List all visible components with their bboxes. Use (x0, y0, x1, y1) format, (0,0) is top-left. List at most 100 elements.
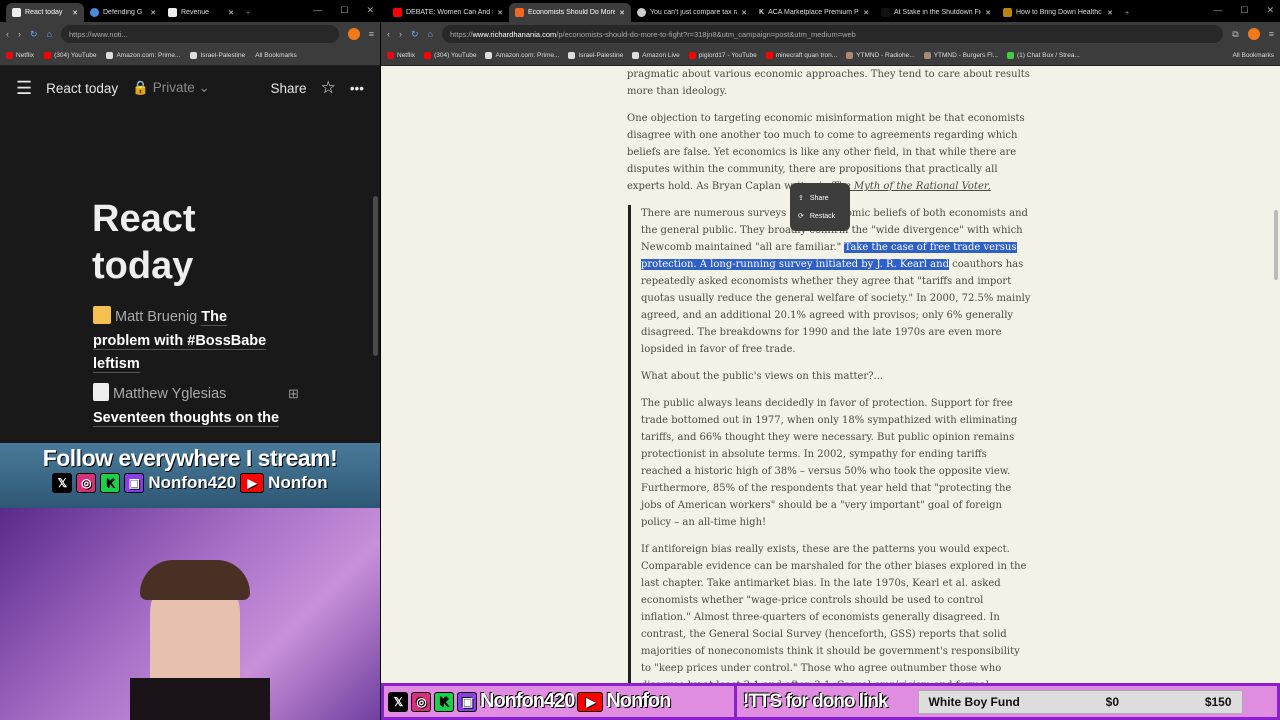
back-icon[interactable]: ‹ (6, 29, 9, 39)
list-item: Matt Bruenig The problem with #BossBabe … (93, 306, 283, 377)
k-icon: K (759, 9, 765, 16)
scrollbar[interactable] (1274, 210, 1278, 280)
back-icon[interactable]: ‹ (387, 29, 390, 39)
bookmark[interactable]: YTMND - Radiohe... (846, 52, 915, 59)
extensions-icon[interactable]: ⧉ (1232, 29, 1238, 40)
bookmark[interactable]: (304) YouTube (44, 52, 96, 59)
youtube-icon: ▶ (577, 691, 604, 712)
close-window-button[interactable]: ✕ (1266, 5, 1274, 16)
substack-icon (93, 306, 111, 324)
page-title: React today (92, 198, 196, 287)
new-tab-button[interactable]: + (246, 10, 250, 22)
bookmark[interactable]: Amazon.com: Prime... (106, 52, 180, 59)
scrollbar[interactable] (373, 196, 378, 356)
youtube-icon (393, 8, 402, 17)
address-bar[interactable]: https://www.noti... (60, 25, 339, 43)
bookmarks-bar: Netflix (304) YouTube Amazon.com: Prime.… (381, 46, 1280, 66)
close-icon[interactable]: ✕ (1107, 9, 1113, 17)
close-window-button[interactable]: ✕ (366, 5, 374, 16)
bookmark[interactable]: Amazon.com: Prime... (485, 52, 559, 59)
bookmark[interactable]: Netflix (387, 52, 415, 59)
profile-avatar[interactable] (1247, 28, 1260, 40)
minimize-button[interactable]: — (313, 5, 322, 16)
star-icon[interactable]: ☆ (321, 78, 336, 98)
tab[interactable]: How to Bring Down Healthc ✕ (997, 3, 1119, 22)
webcam-feed (0, 508, 380, 720)
bookmark[interactable]: (1) Chat Box / Strea... (1007, 52, 1080, 59)
home-icon[interactable]: ⌂ (428, 29, 433, 39)
close-icon[interactable]: ✕ (497, 9, 503, 17)
instagram-icon: ◎ (76, 473, 97, 493)
restack-option[interactable]: ⟳ Restack (798, 207, 842, 225)
list-item: Matthew Yglesias Seventeen thoughts on t… (93, 383, 283, 430)
bookmark[interactable]: Amazon Live (632, 52, 680, 59)
article-link[interactable]: Seventeen thoughts on the (93, 409, 280, 427)
bookmark[interactable]: minecraft quan tron... (765, 52, 837, 59)
tab-strip: React today ✕ Defending G ✕ Revenue ✕ + — ☐ ✕ (0, 0, 380, 22)
paragraph: pragmatic about various economic approac… (627, 69, 1030, 97)
x-icon: 𝕏 (388, 691, 408, 712)
tab[interactable]: You can't just compare tax ra ✕ (631, 3, 753, 22)
book-link[interactable]: The Myth of the Rational Voter, (832, 181, 991, 192)
site-icon (1003, 8, 1012, 17)
bookmark[interactable]: Israel-Palestine (568, 52, 623, 59)
tab[interactable]: DEBATE: Women Can And Sh ✕ (387, 3, 509, 22)
tab-active[interactable]: Economists Should Do More ✕ (509, 3, 631, 22)
youtube-icon: ▶ (240, 473, 265, 493)
menu-icon[interactable]: ≡ (1269, 29, 1274, 39)
tab-revenue[interactable]: Revenue ✕ (162, 3, 240, 22)
maximize-button[interactable]: ☐ (340, 5, 348, 16)
address-bar[interactable]: https://www.richardhanania.com/p/economi… (441, 25, 1224, 43)
tab-react-today[interactable]: React today ✕ (6, 3, 84, 22)
close-icon[interactable]: ✕ (619, 9, 625, 17)
bookmark[interactable]: Netflix (6, 52, 34, 59)
profile-avatar[interactable] (347, 28, 360, 40)
twitch-icon: ▣ (124, 473, 145, 493)
window-controls: — ☐ ✕ (1213, 5, 1274, 16)
share-option[interactable]: ⇪ Share (798, 189, 842, 207)
close-icon[interactable]: ✕ (228, 9, 234, 17)
selection-popup: ⇪ Share ⟳ Restack (790, 183, 850, 231)
x-icon: 𝕏 (52, 473, 73, 493)
tab[interactable]: K ACA Marketplace Premium P ✕ (753, 3, 875, 22)
privacy-dropdown[interactable]: 🔒 Private ⌄ (132, 80, 210, 96)
menu-icon[interactable]: ≡ (369, 29, 374, 39)
bookmark[interactable]: (304) YouTube (424, 52, 476, 59)
tab[interactable]: At Stake in the Shutdown Fig ✕ (875, 3, 997, 22)
restack-icon: ⟳ (798, 213, 804, 220)
sidebar-menu-icon[interactable]: ☰ (16, 78, 32, 99)
bookmark[interactable]: YTMND - Burgers Fl... (923, 52, 998, 59)
bookmark[interactable]: piglord17 - YouTube (688, 52, 757, 59)
comment-icon[interactable]: ⊞ (288, 386, 299, 402)
paragraph: The public always leans decidedly in fav… (641, 398, 1018, 528)
left-browser-window: React today ✕ Defending G ✕ Revenue ✕ + — ☐ ✕… (0, 0, 380, 720)
hair (140, 560, 250, 600)
share-button[interactable]: Share (271, 81, 307, 96)
close-icon[interactable]: ✕ (150, 9, 156, 17)
notion-header: ☰ React today 🔒 Private ⌄ Share ☆ ••• (0, 66, 380, 110)
more-icon[interactable]: ••• (350, 81, 364, 96)
blockquote: There are numerous surveys of the econom… (628, 205, 1031, 711)
close-icon[interactable]: ✕ (72, 9, 78, 17)
tab-defending[interactable]: Defending G ✕ (84, 3, 162, 22)
reload-icon[interactable]: ↻ (30, 29, 38, 40)
forward-icon[interactable]: › (18, 29, 21, 39)
minimize-button[interactable]: — (1213, 5, 1222, 16)
reload-icon[interactable]: ↻ (411, 29, 419, 40)
all-bookmarks[interactable]: All Bookmarks (255, 52, 297, 59)
close-icon[interactable]: ✕ (985, 9, 991, 17)
maximize-button[interactable]: ☐ (1240, 5, 1248, 16)
breadcrumb[interactable]: React today (46, 81, 118, 96)
bookmark[interactable]: Israel-Palestine (190, 52, 245, 59)
site-icon (637, 8, 646, 17)
home-icon[interactable]: ⌂ (47, 29, 52, 39)
close-icon[interactable]: ✕ (741, 9, 747, 17)
forward-icon[interactable]: › (399, 29, 402, 39)
publication-icon (93, 383, 109, 401)
new-tab-button[interactable]: + (1125, 10, 1129, 22)
substack-icon (515, 8, 524, 17)
all-bookmarks[interactable]: All Bookmarks (1232, 52, 1274, 59)
hoodie (130, 678, 270, 720)
close-icon[interactable]: ✕ (863, 9, 869, 17)
kick-icon: K (434, 691, 454, 712)
